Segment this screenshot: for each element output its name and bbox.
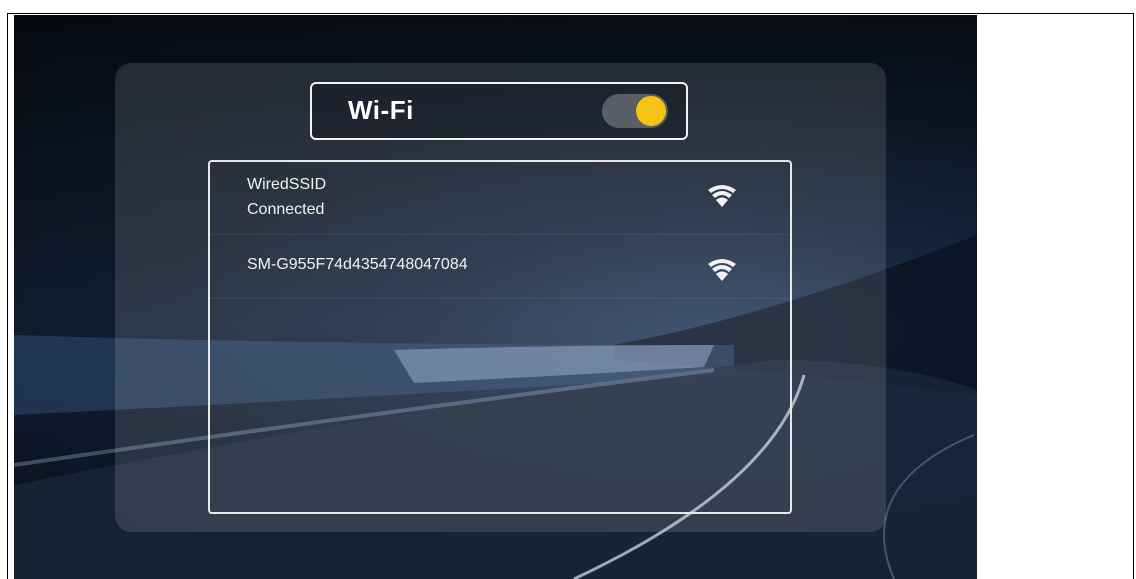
network-ssid: WiredSSID — [247, 176, 327, 193]
network-list: WiredSSID Connected SM-G955F74d435474804… — [208, 160, 792, 514]
network-ssid: SM-G955F74d4354748047084 — [247, 256, 468, 273]
wifi-signal-icon — [708, 259, 736, 281]
toggle-knob — [636, 96, 666, 126]
wifi-title: Wi-Fi — [348, 95, 414, 125]
wifi-toggle[interactable] — [602, 94, 668, 128]
network-status: Connected — [247, 201, 325, 218]
wifi-signal-icon — [708, 185, 736, 207]
screen: Wi-Fi WiredSSID Connected SM-G955F74d435… — [14, 15, 977, 579]
wifi-header: Wi-Fi — [310, 82, 688, 140]
network-item-wiredssid[interactable]: WiredSSID Connected — [210, 162, 790, 235]
network-item-sm-g955f[interactable]: SM-G955F74d4354748047084 — [210, 234, 790, 299]
